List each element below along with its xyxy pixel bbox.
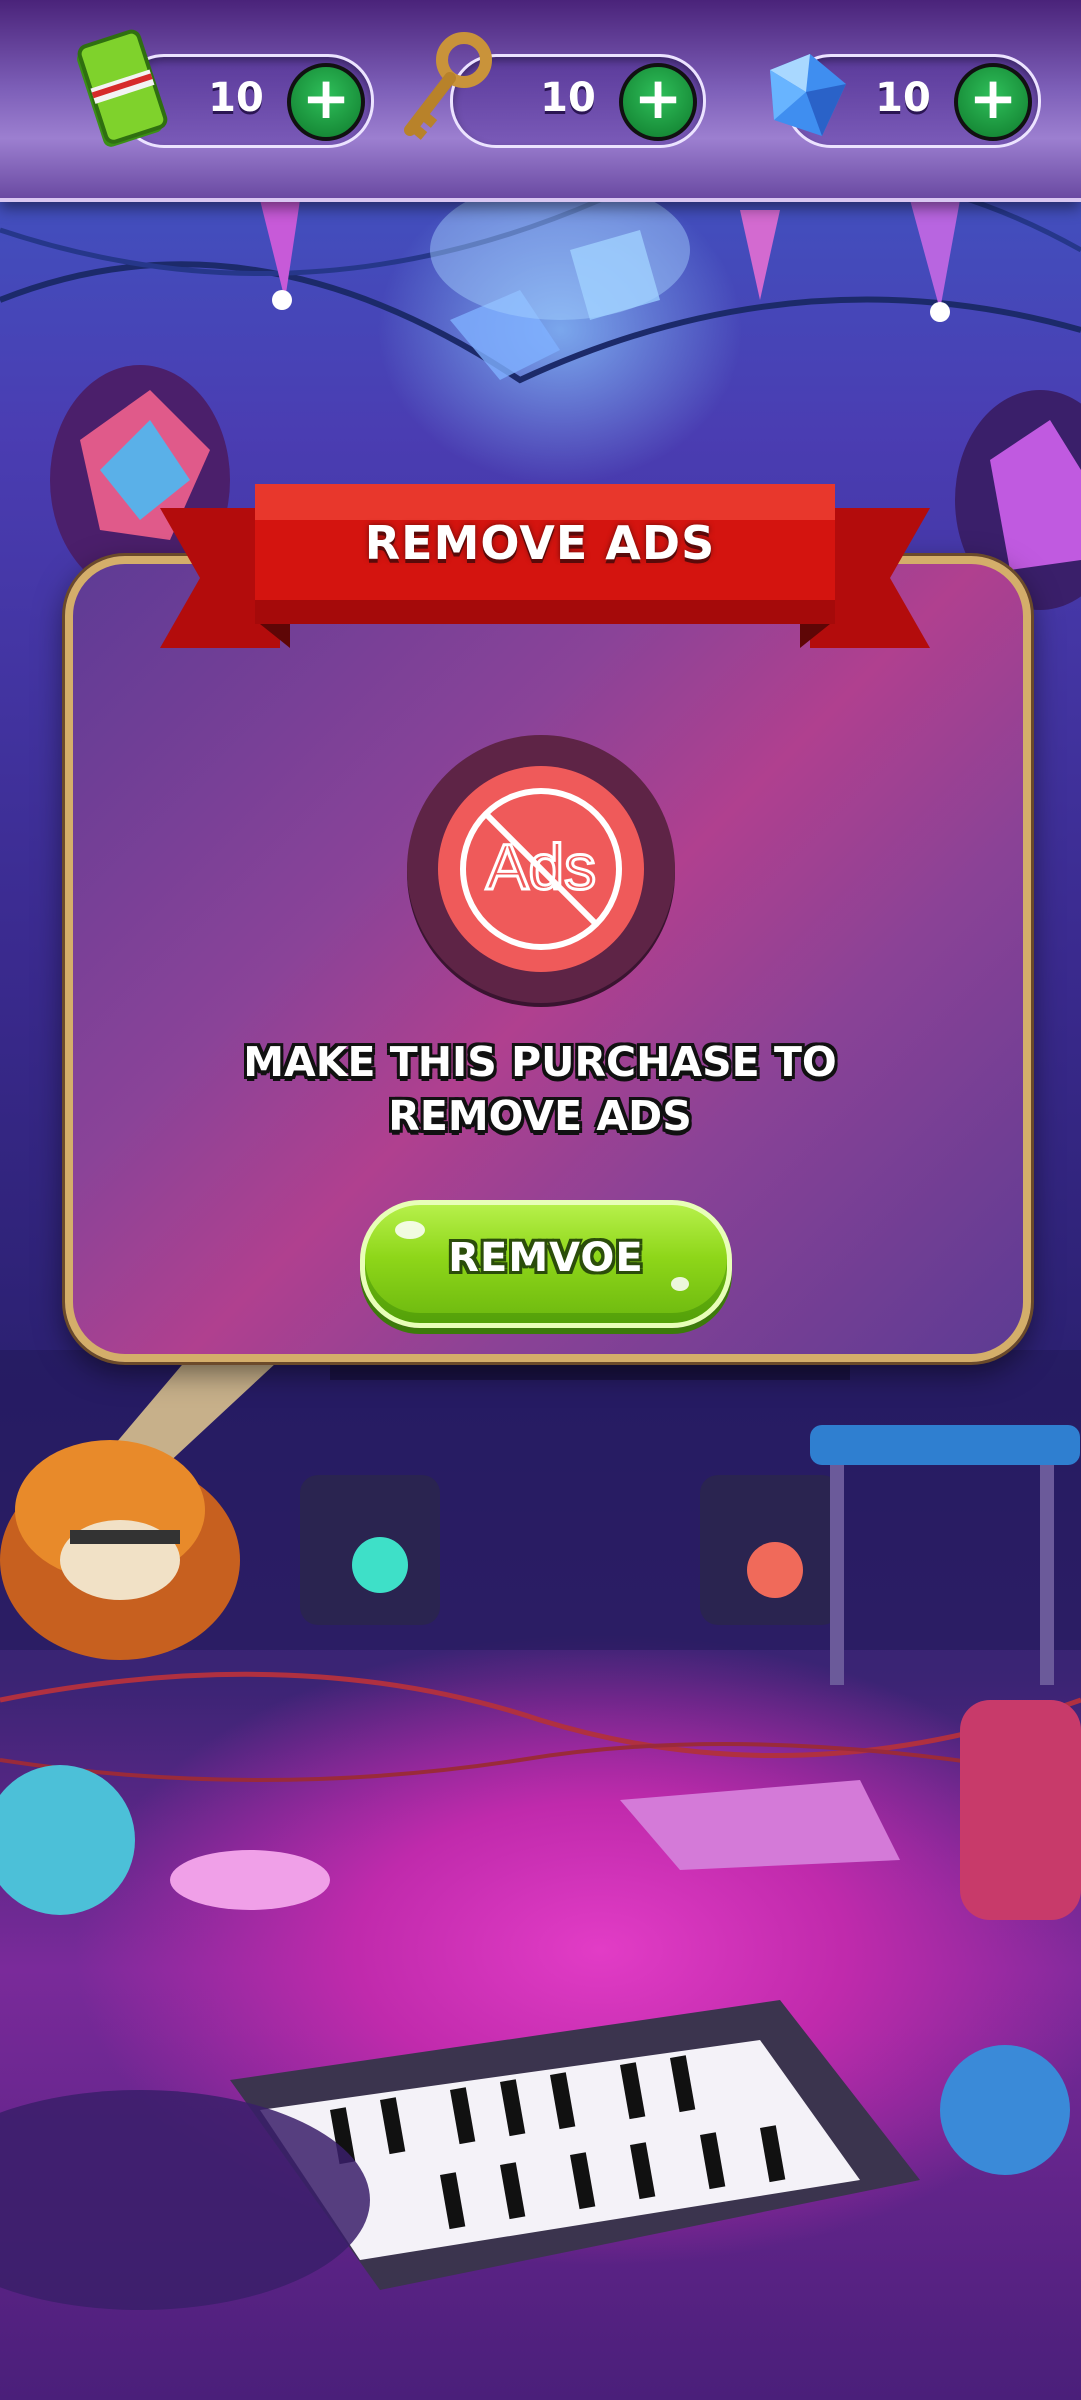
key-value: 10 [540, 75, 596, 121]
remove-ads-button[interactable]: REMVOE [360, 1200, 732, 1328]
no-ads-icon-text: Ads [486, 831, 596, 903]
no-ads-icon: Ads [438, 766, 644, 972]
key-icon [404, 32, 492, 140]
dialog-message: MAKE THIS PURCHASE TO REMOVE ADS [160, 1035, 920, 1143]
add-key-button[interactable]: + [619, 63, 697, 141]
dialog-title: REMOVE ADS [364, 516, 716, 570]
no-ads-badge: Ads [407, 735, 675, 1003]
gem-value: 10 [875, 75, 931, 121]
cash-value: 10 [208, 75, 264, 121]
currency-bar: 10 + 10 + 10 + [0, 0, 1081, 202]
message-line-2: REMOVE ADS [388, 1092, 692, 1140]
add-cash-button[interactable]: + [287, 63, 365, 141]
message-line-1: MAKE THIS PURCHASE TO [243, 1038, 837, 1086]
stage-rail [330, 1360, 850, 1380]
cash-icon [77, 29, 168, 147]
gem-icon [770, 54, 846, 136]
remove-ads-button-label: REMVOE [448, 1235, 644, 1281]
title-ribbon [160, 484, 930, 648]
add-gem-button[interactable]: + [954, 63, 1032, 141]
